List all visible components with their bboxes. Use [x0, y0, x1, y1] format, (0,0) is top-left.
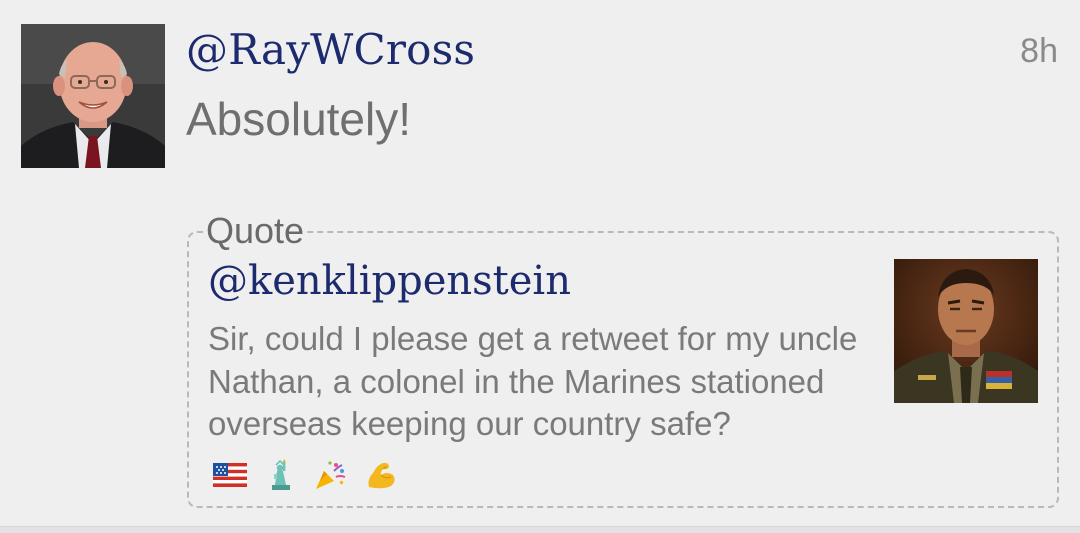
quoted-tweet-text-block: Sir, could I please get a retweet for my… [208, 318, 868, 494]
emoji-group [212, 452, 404, 495]
statue-of-liberty-icon [262, 458, 298, 491]
author-avatar[interactable] [21, 24, 165, 168]
quoted-author-handle[interactable]: @kenklippenstein [208, 256, 571, 306]
party-popper-icon [312, 459, 348, 491]
author-handle[interactable]: @RayWCross [186, 24, 475, 76]
tweet-text: Absolutely! [186, 93, 412, 145]
quoted-tweet-text: Sir, could I please get a retweet for my… [208, 320, 858, 442]
tweet-card[interactable]: @RayWCross 8h Absolutely! Quote @kenklip… [0, 0, 1080, 526]
quoted-author-avatar-image [894, 259, 1038, 403]
quoted-author-avatar[interactable] [894, 259, 1038, 403]
quote-label: Quote [204, 210, 307, 252]
flag-us-icon [212, 459, 248, 491]
tweet-timestamp: 8h [1020, 32, 1058, 70]
author-avatar-image [21, 24, 165, 168]
flexed-biceps-icon [363, 459, 399, 491]
